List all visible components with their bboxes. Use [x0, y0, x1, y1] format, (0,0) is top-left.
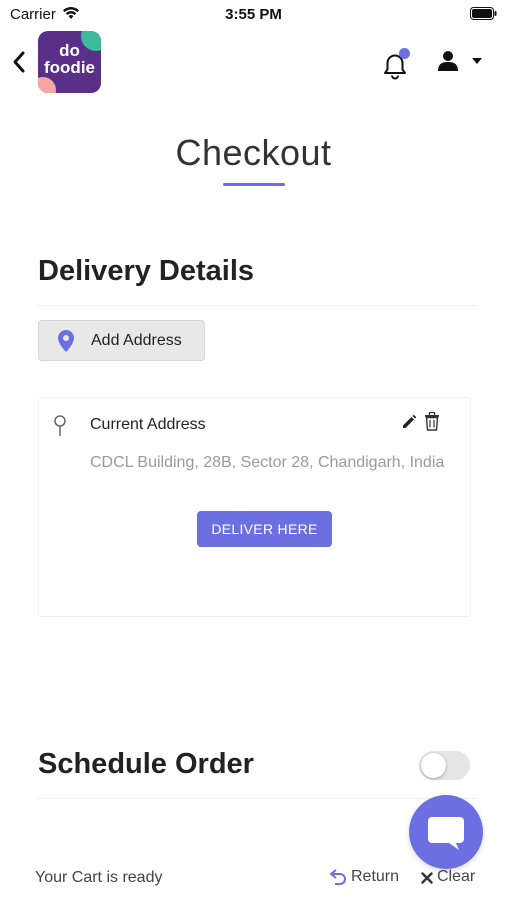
status-bar: Carrier 3:55 PM	[0, 0, 507, 28]
caret-down-icon[interactable]	[472, 58, 482, 64]
map-pin-icon	[54, 415, 66, 436]
trash-icon[interactable]	[424, 412, 440, 431]
page-title: Checkout	[175, 132, 332, 173]
address-text: CDCL Building, 28B, Sector 28, Chandigar…	[90, 454, 445, 471]
user-icon[interactable]	[437, 50, 459, 72]
close-icon	[421, 872, 433, 884]
chat-button[interactable]	[409, 795, 483, 869]
edit-icon[interactable]	[401, 414, 417, 430]
section-divider	[38, 305, 478, 306]
address-card: Current Address CDCL Building, 28B, Sect…	[38, 397, 471, 617]
address-title: Current Address	[90, 416, 206, 433]
status-time: 3:55 PM	[225, 6, 282, 23]
logo-text: do foodie	[44, 41, 95, 77]
schedule-order-heading: Schedule Order	[38, 748, 254, 780]
title-underline	[223, 183, 285, 186]
app-header: do foodie	[0, 28, 507, 96]
toggle-knob	[421, 753, 446, 778]
map-pin-icon	[58, 330, 74, 352]
undo-icon	[330, 869, 346, 885]
return-label: Return	[351, 868, 400, 885]
app-logo[interactable]: do foodie	[38, 31, 101, 93]
cart-status-text: Your Cart is ready	[35, 869, 163, 886]
schedule-order-toggle[interactable]	[419, 751, 470, 780]
logo-accent-shape	[38, 77, 56, 93]
cart-footer: Your Cart is ready Return Clear	[0, 860, 507, 900]
battery-icon	[470, 7, 497, 20]
section-divider	[38, 798, 478, 799]
delivery-details-heading: Delivery Details	[38, 255, 255, 287]
chat-bubble-icon	[428, 817, 464, 850]
deliver-here-button[interactable]: DELIVER HERE	[197, 511, 332, 547]
back-icon[interactable]	[10, 50, 28, 74]
add-address-label: Add Address	[91, 332, 182, 349]
notification-dot	[399, 48, 410, 59]
add-address-button[interactable]: Add Address	[38, 320, 205, 361]
clear-label: Clear	[437, 868, 476, 885]
